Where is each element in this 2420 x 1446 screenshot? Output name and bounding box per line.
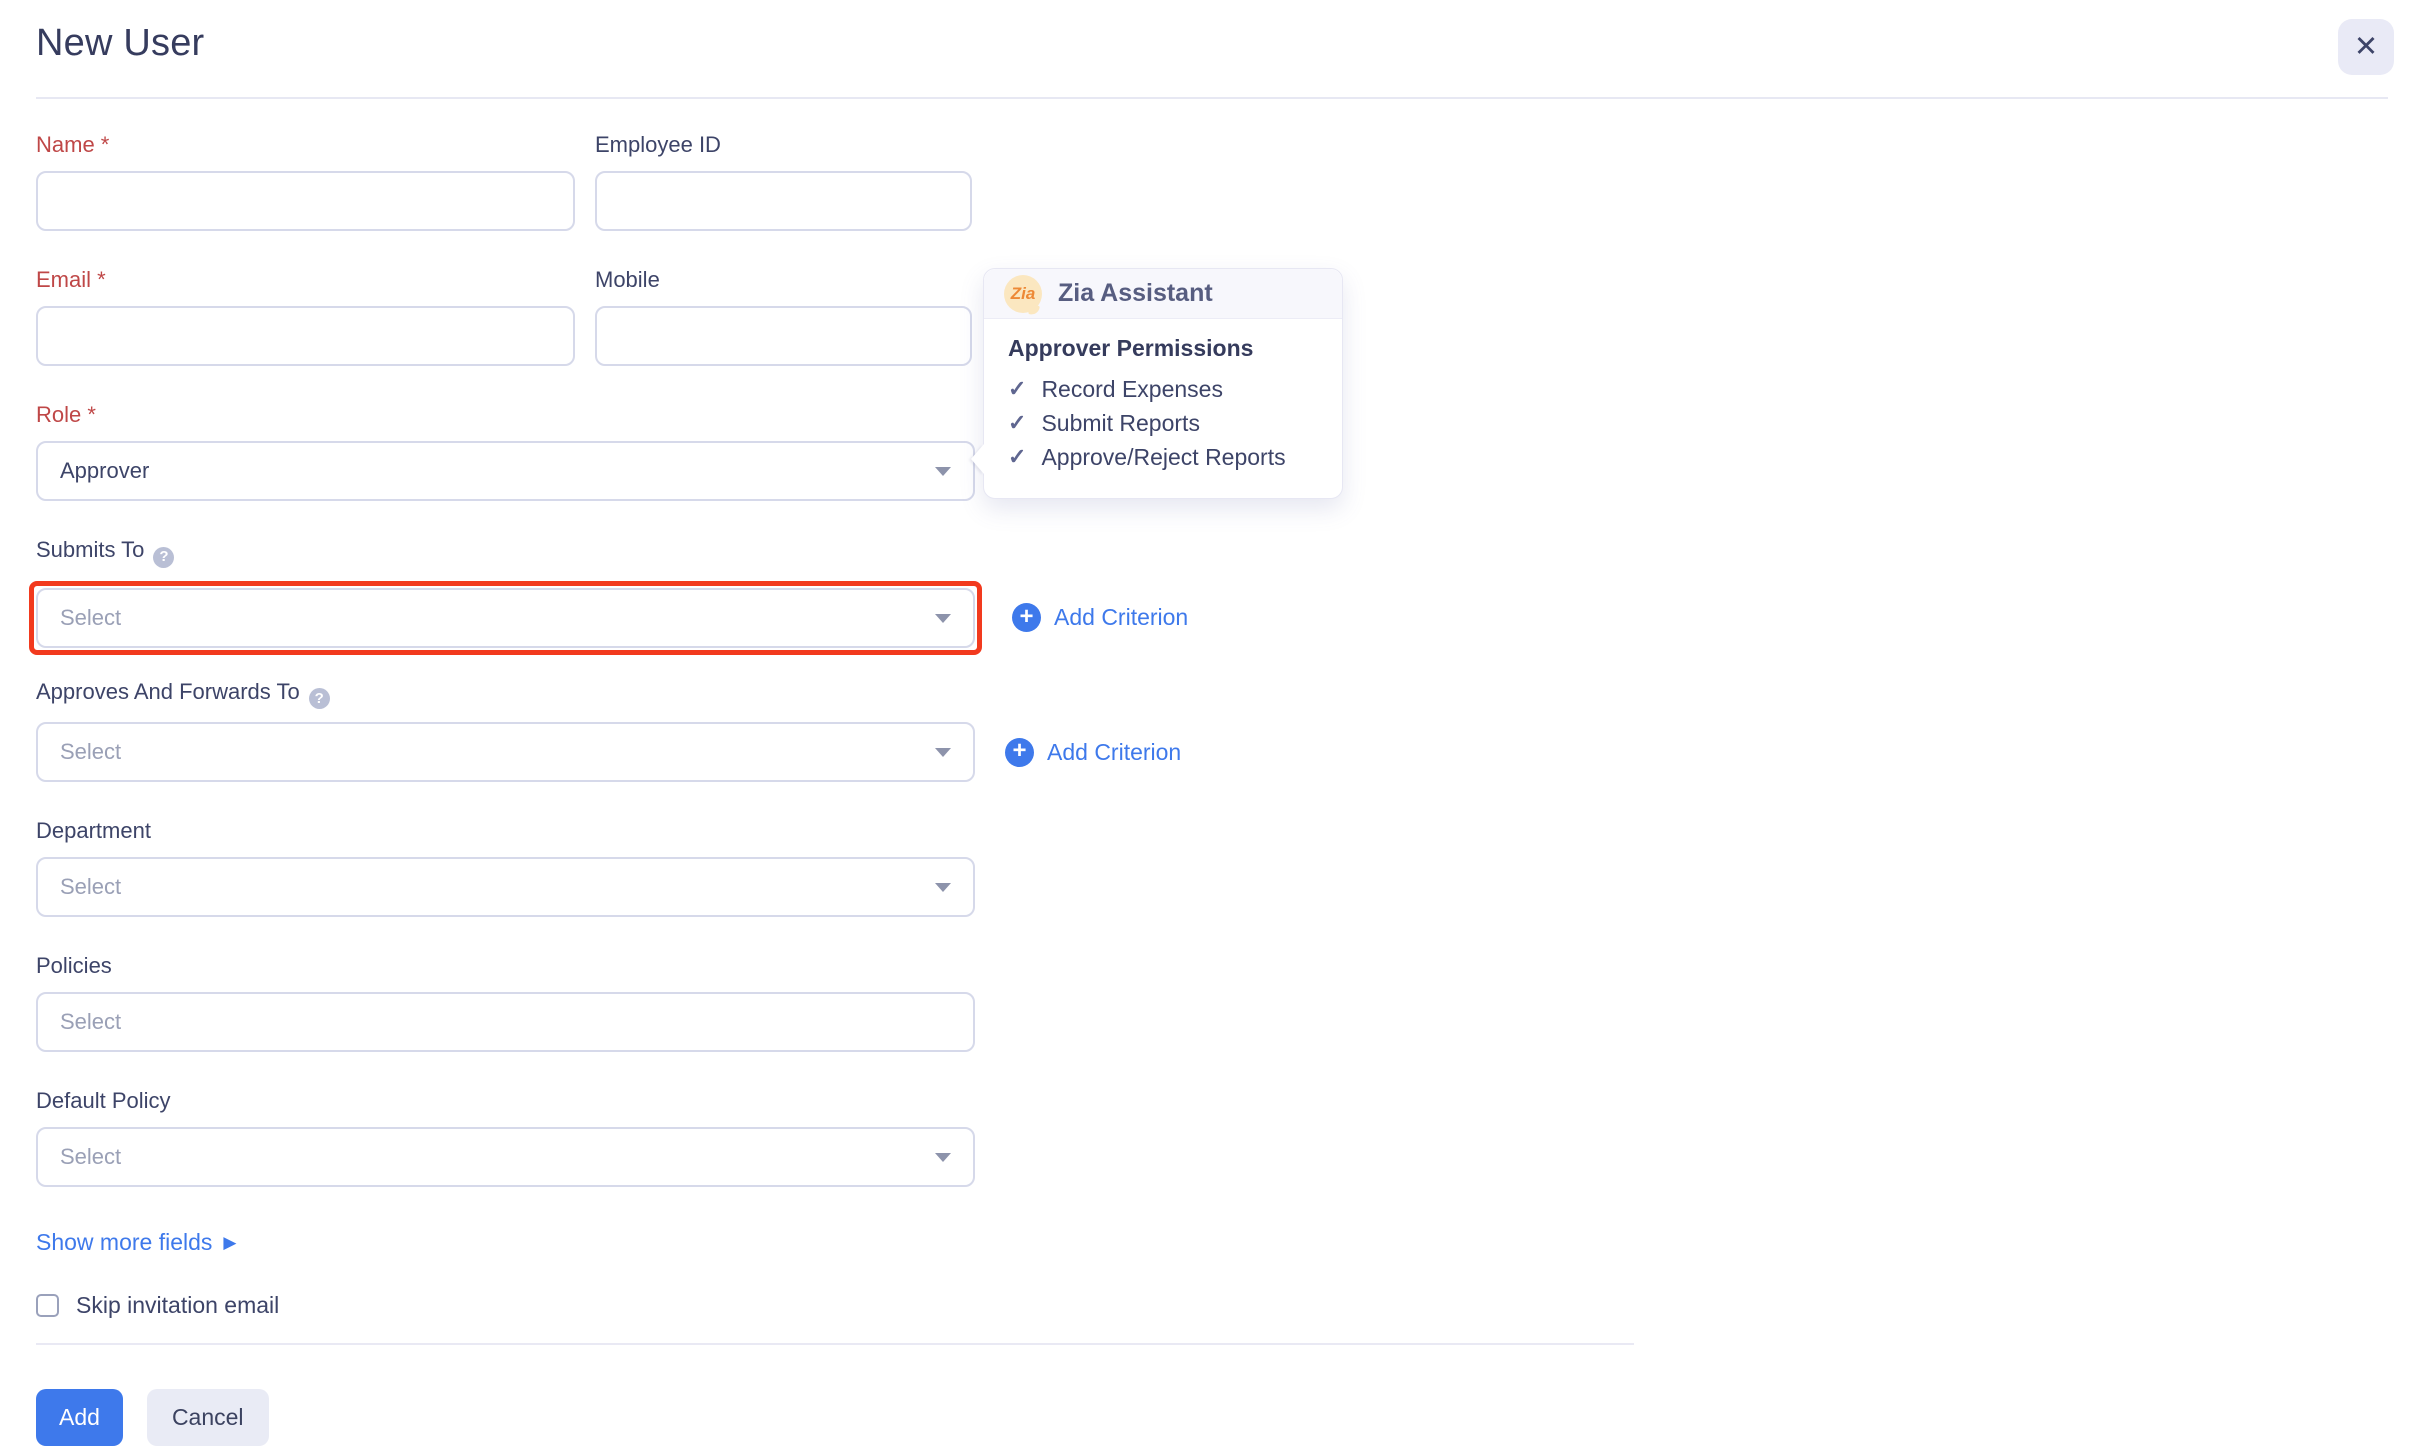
permission-item: ✓ Record Expenses bbox=[1008, 372, 1318, 406]
plus-icon: + bbox=[1005, 738, 1034, 767]
add-button[interactable]: Add bbox=[36, 1389, 123, 1446]
zia-panel-pointer bbox=[971, 444, 984, 474]
mobile-label: Mobile bbox=[595, 267, 972, 293]
skip-invitation-email-row: Skip invitation email bbox=[36, 1292, 1216, 1319]
policies-placeholder: Select bbox=[60, 1009, 121, 1035]
close-icon: ✕ bbox=[2354, 33, 2378, 62]
permission-item: ✓ Submit Reports bbox=[1008, 406, 1318, 440]
approves-help-icon[interactable]: ? bbox=[309, 688, 330, 709]
zia-permissions-heading: Approver Permissions bbox=[1008, 335, 1318, 362]
role-select-value: Approver bbox=[60, 458, 149, 484]
employee-id-input[interactable] bbox=[595, 171, 972, 231]
submits-to-help-icon[interactable]: ? bbox=[153, 547, 174, 568]
field-submits-to: Submits To? Select + Add Criterion bbox=[36, 537, 1216, 655]
check-icon: ✓ bbox=[1008, 440, 1026, 474]
submits-to-add-criterion-link[interactable]: + Add Criterion bbox=[1012, 603, 1188, 632]
permission-label: Submit Reports bbox=[1041, 406, 1200, 440]
permission-label: Approve/Reject Reports bbox=[1041, 440, 1285, 474]
policies-label: Policies bbox=[36, 953, 1216, 979]
default-policy-label: Default Policy bbox=[36, 1088, 1216, 1114]
chevron-down-icon bbox=[935, 748, 951, 757]
zia-panel-title: Zia Assistant bbox=[1058, 279, 1213, 308]
show-more-fields-link[interactable]: Show more fields ▶ bbox=[36, 1229, 1216, 1256]
field-employee-id: Employee ID bbox=[595, 132, 972, 231]
plus-icon: + bbox=[1012, 603, 1041, 632]
footer-buttons: Add Cancel bbox=[36, 1389, 1216, 1446]
default-policy-select[interactable]: Select bbox=[36, 1127, 975, 1187]
field-mobile: Mobile bbox=[595, 267, 972, 366]
skip-invitation-email-label: Skip invitation email bbox=[76, 1292, 279, 1319]
field-default-policy: Default Policy Select bbox=[36, 1088, 1216, 1187]
email-label: Email * bbox=[36, 267, 575, 293]
field-policies: Policies Select bbox=[36, 953, 1216, 1052]
role-select[interactable]: Approver bbox=[36, 441, 975, 501]
submits-to-placeholder: Select bbox=[60, 605, 121, 631]
submits-to-select[interactable]: Select bbox=[36, 588, 975, 648]
chevron-down-icon bbox=[935, 467, 951, 476]
footer-divider bbox=[36, 1343, 1634, 1345]
permission-label: Record Expenses bbox=[1041, 372, 1223, 406]
dialog-header: New User ✕ bbox=[36, 22, 2394, 65]
department-label: Department bbox=[36, 818, 1216, 844]
add-criterion-label: Add Criterion bbox=[1054, 604, 1188, 631]
approves-add-criterion-link[interactable]: + Add Criterion bbox=[1005, 738, 1181, 767]
permission-item: ✓ Approve/Reject Reports bbox=[1008, 440, 1318, 474]
add-criterion-label: Add Criterion bbox=[1047, 739, 1181, 766]
check-icon: ✓ bbox=[1008, 372, 1026, 406]
arrow-right-icon: ▶ bbox=[223, 1234, 236, 1251]
email-input[interactable] bbox=[36, 306, 575, 366]
submits-to-highlight-box: Select bbox=[29, 581, 982, 655]
cancel-button[interactable]: Cancel bbox=[147, 1389, 269, 1446]
department-placeholder: Select bbox=[60, 874, 121, 900]
department-select[interactable]: Select bbox=[36, 857, 975, 917]
check-icon: ✓ bbox=[1008, 406, 1026, 440]
approves-and-forwards-to-select[interactable]: Select bbox=[36, 722, 975, 782]
field-email: Email * bbox=[36, 267, 575, 366]
chevron-down-icon bbox=[935, 883, 951, 892]
approves-placeholder: Select bbox=[60, 739, 121, 765]
zia-logo-icon: Zia bbox=[1004, 275, 1042, 313]
zia-panel-header: Zia Zia Assistant bbox=[984, 269, 1342, 319]
default-policy-placeholder: Select bbox=[60, 1144, 121, 1170]
skip-invitation-email-checkbox[interactable] bbox=[36, 1294, 59, 1317]
mobile-input[interactable] bbox=[595, 306, 972, 366]
header-divider bbox=[36, 97, 2388, 99]
field-approves-and-forwards-to: Approves And Forwards To? Select + Add C… bbox=[36, 679, 1216, 783]
field-department: Department Select bbox=[36, 818, 1216, 917]
zia-assistant-panel: Zia Zia Assistant Approver Permissions ✓… bbox=[983, 268, 1343, 499]
zia-panel-body: Approver Permissions ✓ Record Expenses ✓… bbox=[984, 319, 1342, 498]
employee-id-label: Employee ID bbox=[595, 132, 972, 158]
field-name: Name * bbox=[36, 132, 575, 231]
show-more-fields-label: Show more fields bbox=[36, 1229, 212, 1256]
name-input[interactable] bbox=[36, 171, 575, 231]
close-button[interactable]: ✕ bbox=[2338, 19, 2394, 75]
chevron-down-icon bbox=[935, 1153, 951, 1162]
submits-to-label: Submits To? bbox=[36, 537, 1216, 568]
chevron-down-icon bbox=[935, 614, 951, 623]
approves-and-forwards-to-label: Approves And Forwards To? bbox=[36, 679, 1216, 710]
policies-select[interactable]: Select bbox=[36, 992, 975, 1052]
name-label: Name * bbox=[36, 132, 575, 158]
page-title: New User bbox=[36, 22, 2394, 65]
